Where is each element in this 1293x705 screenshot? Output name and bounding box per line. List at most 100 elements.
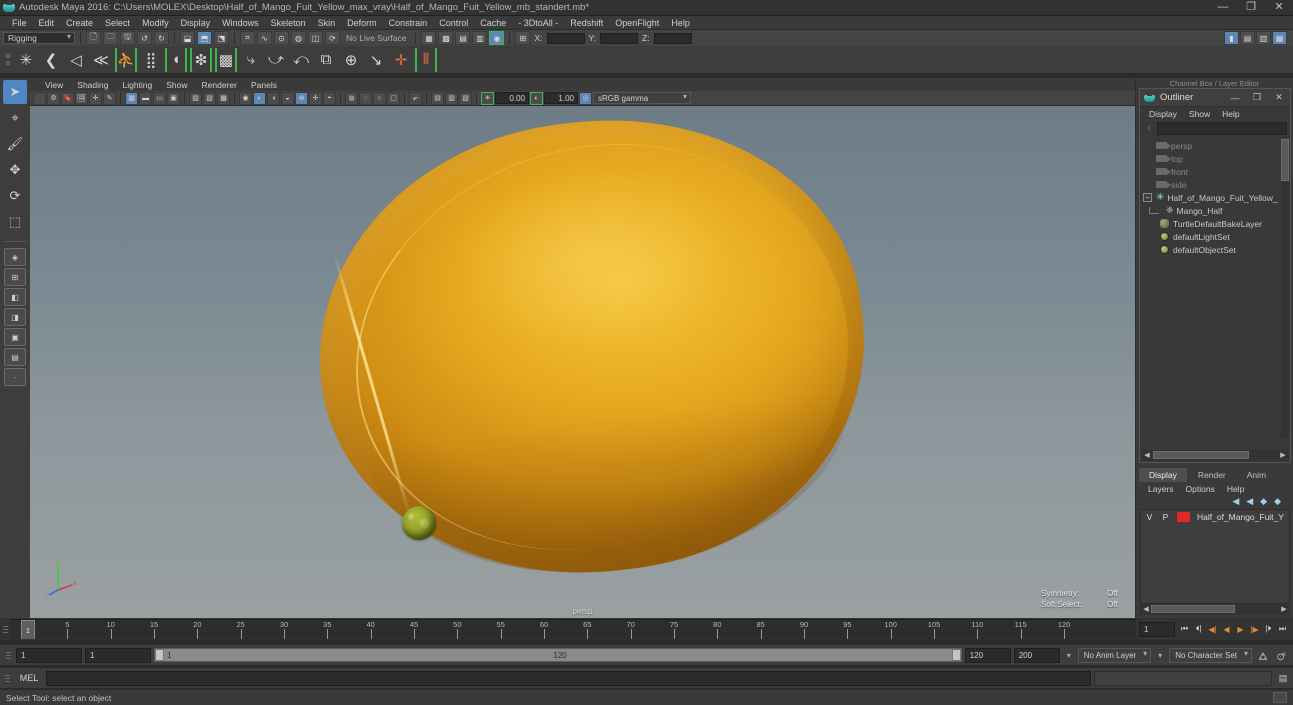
step-forward-keyframe-icon[interactable]: |⏵ — [1262, 621, 1275, 637]
menu-constrain[interactable]: Constrain — [383, 16, 434, 30]
layout-more-icon[interactable]: · — [4, 368, 26, 386]
xray-joints-icon[interactable]: ◓ — [323, 91, 336, 105]
outliner-item-top[interactable]: top — [1140, 152, 1290, 165]
scrollbar-thumb[interactable] — [1151, 605, 1235, 613]
viewport-menu-lighting[interactable]: Lighting — [115, 78, 159, 92]
scroll-right-arrow-icon[interactable]: ▶ — [1278, 451, 1288, 459]
scale-tool-icon[interactable]: ⬚ — [3, 210, 27, 234]
outliner-item-mango-half[interactable]: ❈ Mango_Half — [1140, 204, 1290, 217]
grease-pencil-icon[interactable]: ✎ — [103, 91, 116, 105]
mango-half-model[interactable] — [293, 106, 890, 613]
current-time-indicator[interactable]: 1 — [21, 620, 35, 639]
command-line-drag-handle[interactable] — [2, 669, 12, 687]
scrollbar-thumb[interactable] — [1281, 139, 1289, 181]
color-management-icon[interactable]: ◎ — [579, 91, 592, 105]
menu-redshift[interactable]: Redshift — [564, 16, 609, 30]
show-attribute-editor-icon[interactable]: ▮ — [1224, 31, 1239, 45]
anim-layer-dropdown[interactable]: No Anim Layer — [1077, 647, 1152, 663]
outliner-menu-show[interactable]: Show — [1183, 107, 1216, 121]
point-constraint-icon[interactable]: ⤻ — [265, 48, 287, 72]
insert-joint-tool-icon[interactable]: ≪ — [90, 48, 112, 72]
redo-icon[interactable]: ↻ — [154, 31, 169, 45]
joint-tool-icon[interactable]: ✳ — [15, 48, 37, 72]
snap-to-view-planes-icon[interactable]: ◫ — [308, 31, 323, 45]
outliner-search-input[interactable] — [1157, 121, 1287, 135]
layout-outliner-persp-icon[interactable]: ◧ — [4, 288, 26, 306]
play-forwards-icon[interactable]: ▶ — [1234, 621, 1247, 637]
layout-hypershade-persp-icon[interactable]: ▣ — [4, 328, 26, 346]
gamma-icon[interactable]: ◐ — [530, 91, 543, 105]
twopoint-resolution-icon[interactable]: ✛ — [89, 91, 102, 105]
expand-collapse-icon[interactable]: − — [1143, 193, 1152, 202]
range-left-grip[interactable] — [155, 649, 164, 661]
layout-persp-uv-icon[interactable]: ▤ — [4, 348, 26, 366]
outliner-tree[interactable]: persp top front side − ✳ Half_of_Mango_F… — [1140, 137, 1290, 450]
depth-of-field-icon[interactable]: ◒ — [281, 91, 294, 105]
animation-start-time-field[interactable]: 1 — [16, 647, 82, 663]
outliner-maximize-button[interactable]: ❐ — [1246, 89, 1268, 107]
snapshot-icon[interactable]: ⬐ — [409, 91, 422, 105]
menu-modify[interactable]: Modify — [136, 16, 175, 30]
playback-end-time-field[interactable]: 120 — [964, 647, 1011, 663]
rotate-tool-icon[interactable]: ⟳ — [3, 184, 27, 208]
select-tool-icon[interactable]: ➤ — [3, 80, 27, 104]
snap-to-projected-center-icon[interactable]: ◍ — [291, 31, 306, 45]
layer-menu-options[interactable]: Options — [1180, 482, 1221, 496]
texture-display-icon[interactable]: ▨ — [189, 91, 202, 105]
aim-constraint-icon[interactable]: ⊕ — [340, 48, 362, 72]
3d-viewport[interactable]: y x z Symmetry: Off Soft Select: Off per… — [30, 106, 1135, 618]
menu-deform[interactable]: Deform — [341, 16, 383, 30]
tab-display[interactable]: Display — [1139, 468, 1187, 482]
shadows-display-icon[interactable]: ▩ — [217, 91, 230, 105]
parent-constraint-icon[interactable]: ⤷ — [240, 48, 262, 72]
move-layer-down-icon[interactable]: ◀ — [1246, 496, 1253, 507]
orient-constraint-icon[interactable]: ⤺ — [290, 48, 312, 72]
step-forward-frame-icon[interactable]: |▶ — [1248, 621, 1261, 637]
smooth-bind-icon[interactable]: ❇ — [190, 47, 212, 72]
script-language-label[interactable]: MEL — [15, 673, 43, 683]
layer-list[interactable]: V P Half_of_Mango_Fuit_Y — [1140, 509, 1290, 604]
select-by-hierarchy-icon[interactable]: ⬓ — [180, 31, 195, 45]
render-sequence-icon[interactable]: ▩ — [438, 31, 454, 45]
command-input[interactable] — [46, 670, 1091, 686]
interactive-bind-icon[interactable]: ▩ — [215, 47, 237, 72]
outliner-item-default-object-set[interactable]: defaultObjectSet — [1140, 243, 1290, 256]
menu-select[interactable]: Select — [99, 16, 136, 30]
render-region-icon[interactable]: ▤ — [431, 91, 444, 105]
show-sidebar-icon[interactable]: ▦ — [1272, 31, 1287, 45]
lattice-deformer-icon[interactable]: ⫴ — [415, 47, 437, 72]
paint-skin-weights-icon[interactable]: ◖ — [165, 47, 187, 72]
step-back-frame-icon[interactable]: ◀| — [1206, 621, 1219, 637]
outliner-menu-display[interactable]: Display — [1143, 107, 1183, 121]
layer-visibility-toggle[interactable]: V — [1145, 512, 1154, 522]
menu-help[interactable]: Help — [665, 16, 696, 30]
layout-single-perspective-icon[interactable]: ◈ — [4, 248, 26, 266]
view-transform-icon[interactable]: ○ — [373, 91, 386, 105]
menu-3dtoall[interactable]: - 3DtoAll - — [512, 16, 564, 30]
time-slider-drag-handle[interactable] — [0, 619, 10, 639]
select-by-object-icon[interactable]: ⬒ — [197, 31, 212, 45]
x-field[interactable] — [546, 32, 585, 44]
make-live-icon[interactable]: ⟳ — [325, 31, 340, 45]
pole-vector-constraint-icon[interactable]: ↘ — [365, 48, 387, 72]
exposure-icon[interactable]: ☀ — [481, 91, 494, 105]
scrollbar-thumb[interactable] — [1153, 451, 1249, 459]
hud-toggle-icon[interactable]: ▢ — [387, 91, 400, 105]
new-layer-icon[interactable]: ◆ — [1260, 496, 1267, 507]
anim-layer-chevron-icon[interactable]: ▾ — [1154, 651, 1166, 660]
menu-create[interactable]: Create — [60, 16, 99, 30]
viewport-menu-view[interactable]: View — [38, 78, 70, 92]
open-scene-icon[interactable]: 🗀 — [103, 31, 118, 45]
scroll-right-arrow-icon[interactable]: ▶ — [1279, 605, 1289, 613]
camera-attributes-icon[interactable]: ⚙ — [47, 91, 60, 105]
viewport-menu-shading[interactable]: Shading — [70, 78, 115, 92]
menu-windows[interactable]: Windows — [216, 16, 265, 30]
show-channel-box-icon[interactable]: ▥ — [1256, 31, 1271, 45]
create-deformer-icon[interactable]: ✛ — [390, 48, 412, 72]
layout-four-view-icon[interactable]: ⊞ — [4, 268, 26, 286]
screenspace-ao-icon[interactable]: ◉ — [239, 91, 252, 105]
undo-icon[interactable]: ↺ — [137, 31, 152, 45]
render-view-icon[interactable]: ▦ — [421, 31, 437, 45]
outliner-menu-help[interactable]: Help — [1216, 107, 1245, 121]
shelf-drag-handle[interactable] — [4, 49, 12, 71]
